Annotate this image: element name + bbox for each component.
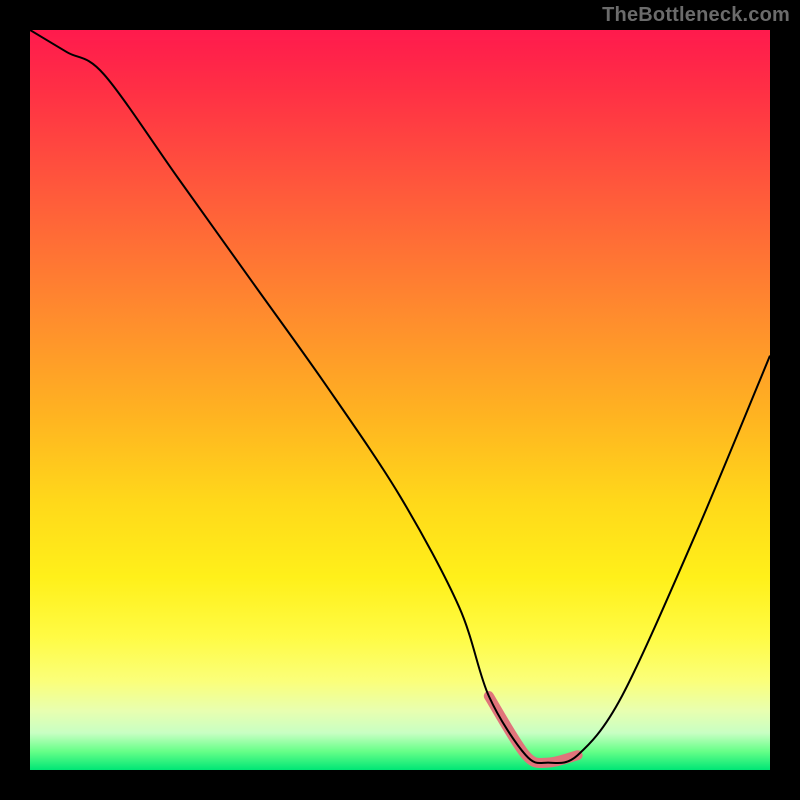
watermark-text: TheBottleneck.com — [602, 4, 790, 27]
main-curve — [30, 30, 770, 763]
chart-stage: TheBottleneck.com — [0, 0, 800, 800]
plot-area — [30, 30, 770, 770]
trough-highlight — [489, 696, 578, 763]
curve-layer — [30, 30, 770, 770]
